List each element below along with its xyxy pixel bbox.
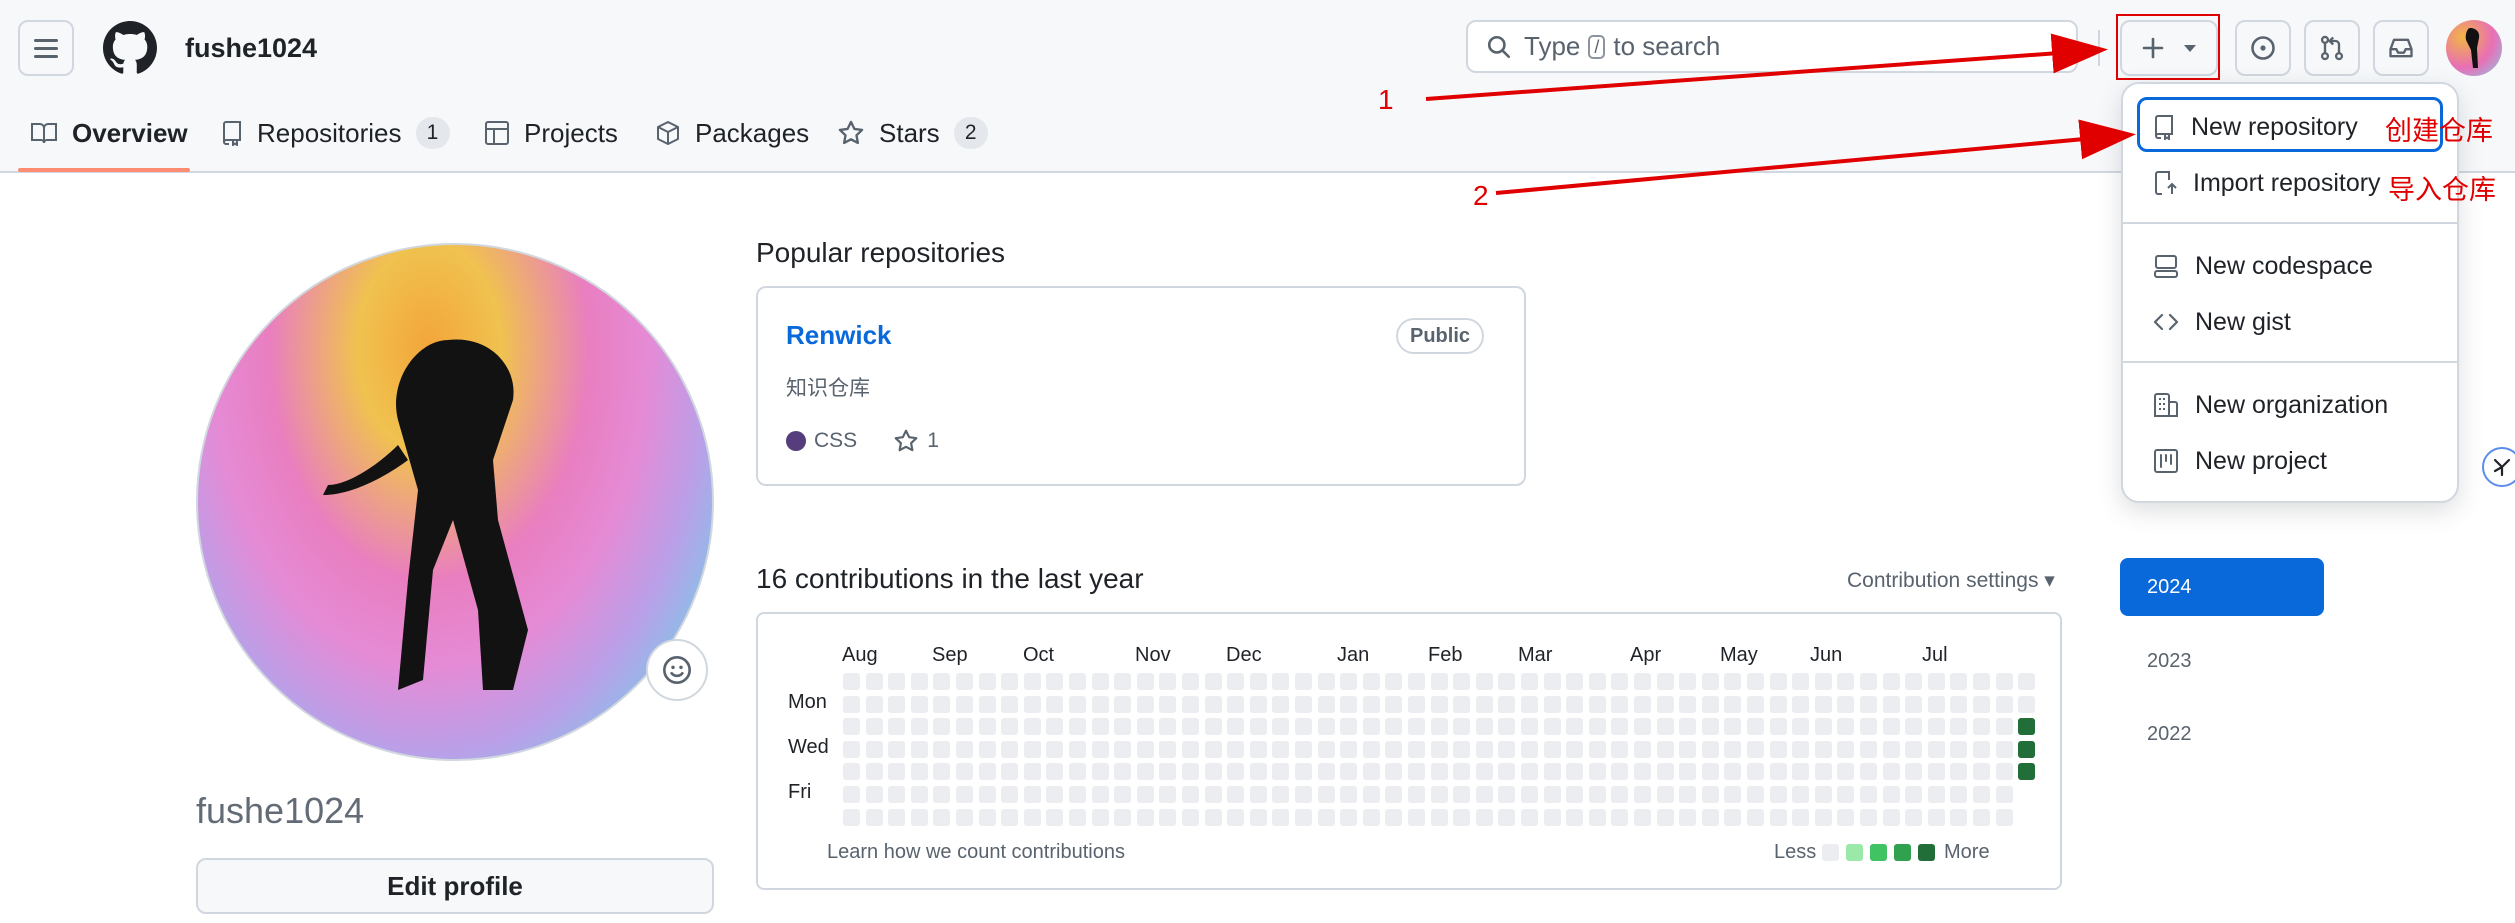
floating-assistant-button[interactable]	[2482, 447, 2515, 487]
annotation-import-repo: 导入仓库	[2388, 175, 2496, 205]
annotation-arrow-2	[1495, 119, 2136, 195]
annotation-number-1: 1	[1378, 84, 1394, 115]
annotation-create-repo: 创建仓库	[2385, 116, 2493, 146]
annotation-arrows	[1425, 33, 2136, 195]
assistant-icon	[2493, 458, 2511, 477]
annotation-number-2: 2	[1473, 180, 1489, 211]
annotation-arrow-1	[1425, 33, 2108, 101]
